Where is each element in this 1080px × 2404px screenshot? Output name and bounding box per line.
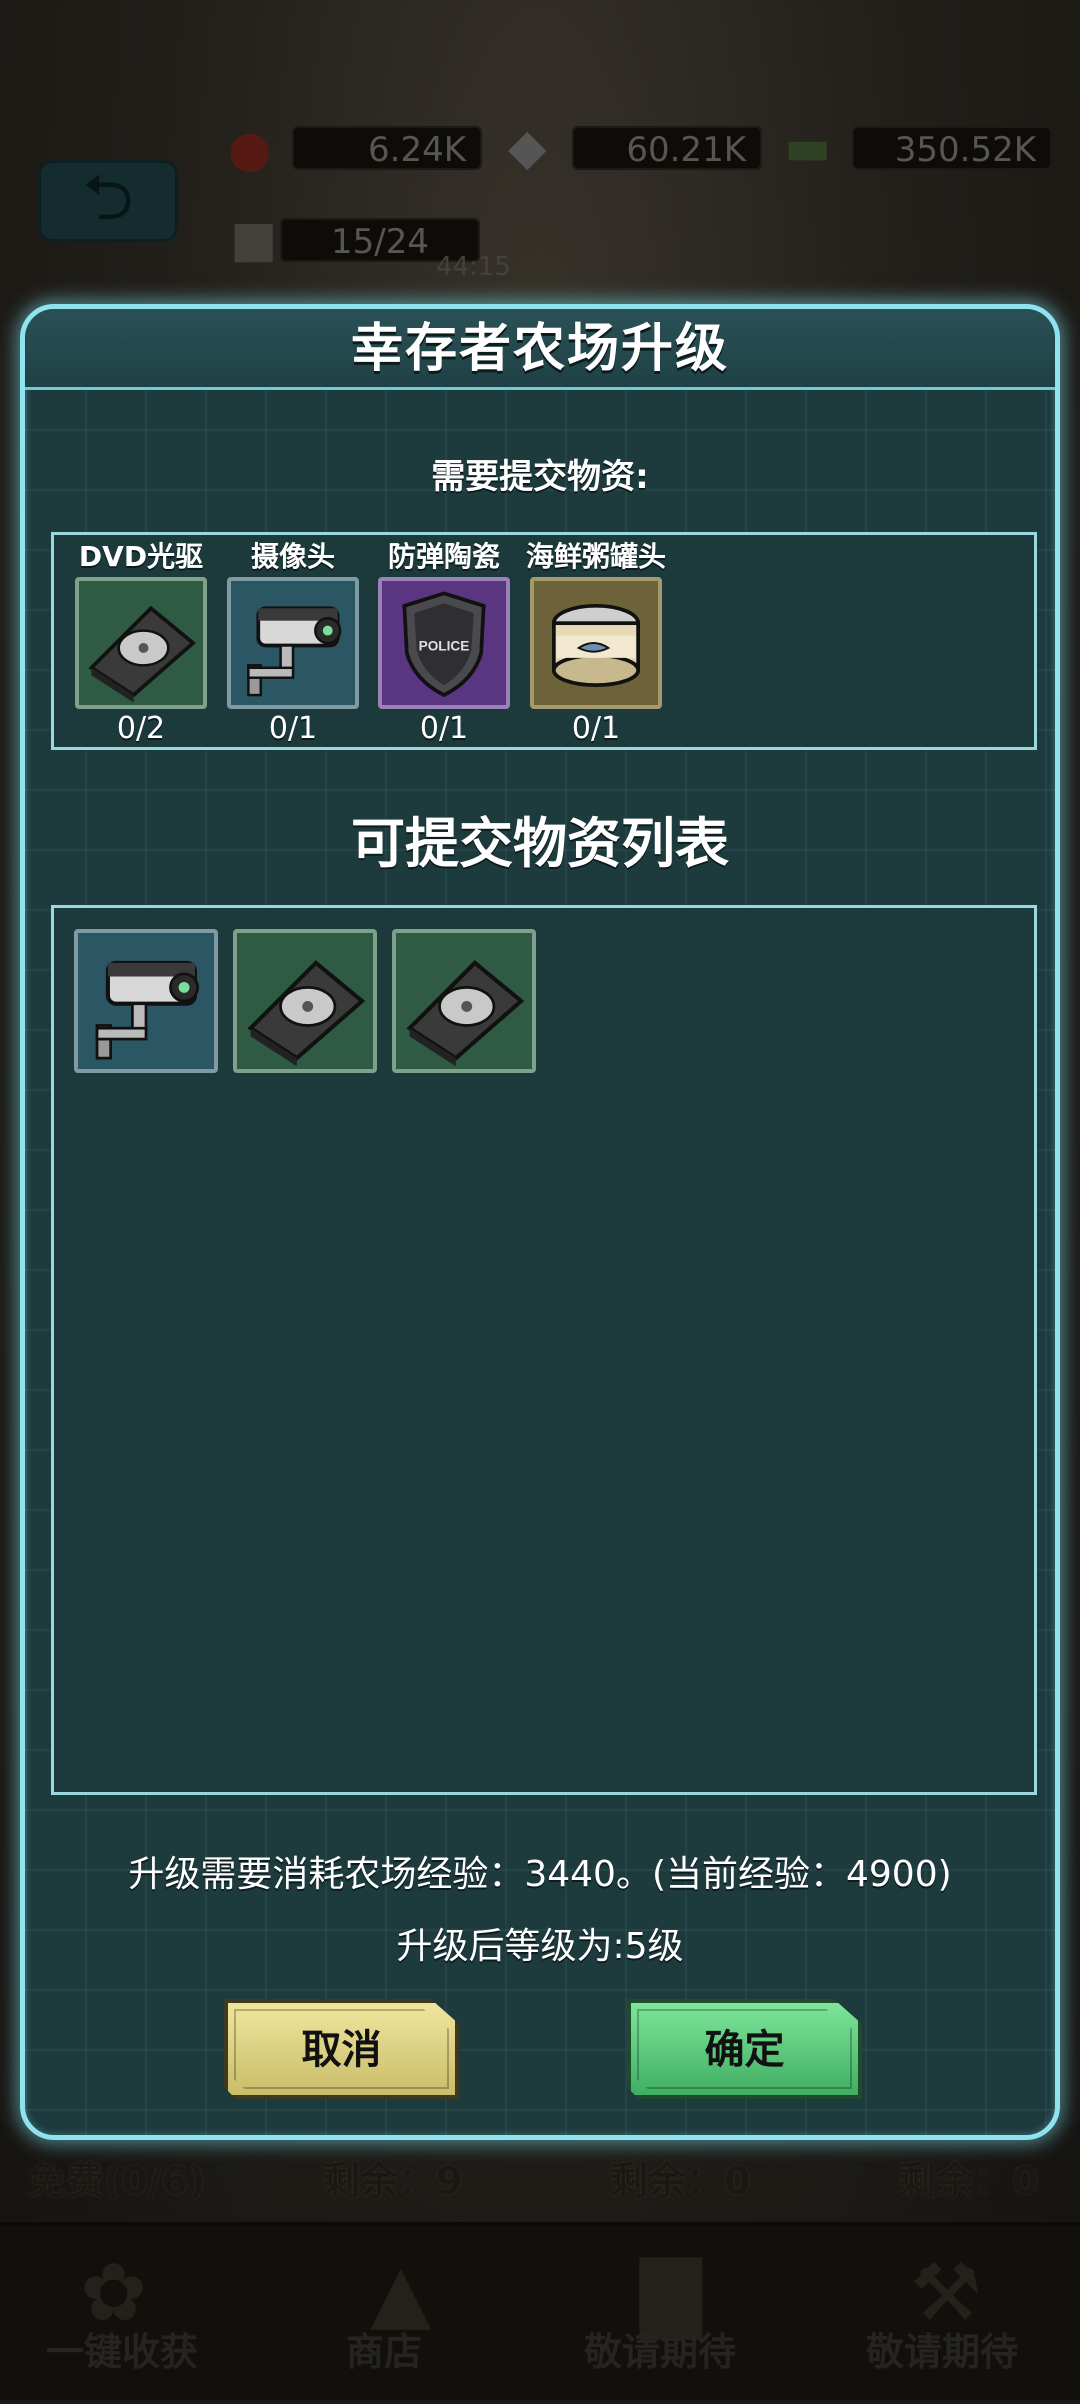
required-item-canned-porridge[interactable]: 海鲜粥罐头 0/1 [521, 535, 671, 753]
item-count: 0/1 [419, 711, 469, 746]
available-items-title: 可提交物资列表 [351, 812, 729, 875]
canned-food-icon [530, 577, 662, 709]
required-item-ceramic-armor[interactable]: 防弹陶瓷 POLICE 0/1 [369, 535, 519, 753]
police-shield-icon: POLICE [378, 577, 510, 709]
required-item-dvd[interactable]: DVD光驱 0/2 [66, 535, 216, 753]
dvd-drive-icon [247, 960, 366, 1067]
dvd-drive-icon [406, 960, 525, 1067]
cancel-button[interactable]: 取消 [224, 1999, 459, 2099]
item-name: DVD光驱 [78, 540, 204, 573]
dialog-title: 幸存者农场升级 [350, 319, 729, 379]
required-item-camera[interactable]: 摄像头 0/1 [218, 535, 368, 753]
required-items-panel: DVD光驱 0/2 摄像头 0/1 防弹陶瓷 POLICE 0/1 海鲜粥罐头 … [51, 532, 1037, 750]
camera-icon [95, 960, 200, 1060]
farm-upgrade-dialog: 幸存者农场升级 需要提交物资: DVD光驱 0/2 摄像头 0/1 防弹陶瓷 P… [20, 304, 1060, 2140]
item-name: 防弹陶瓷 [387, 540, 500, 573]
cancel-button-label: 取消 [301, 2027, 382, 2073]
item-count: 0/2 [116, 711, 166, 746]
item-count: 0/1 [268, 711, 318, 746]
upgrade-cost-text: 升级需要消耗农场经验：3440。(当前经验：4900) [128, 1854, 952, 1895]
available-item-camera[interactable] [74, 929, 218, 1073]
available-item-dvd-1[interactable] [233, 929, 377, 1073]
item-name: 海鲜粥罐头 [525, 540, 666, 573]
item-name: 摄像头 [250, 540, 335, 573]
required-items-label: 需要提交物资: [431, 457, 649, 497]
upgrade-level-text: 升级后等级为:5级 [396, 1926, 684, 1967]
svg-text:POLICE: POLICE [419, 638, 470, 653]
camera-icon [227, 577, 359, 709]
available-items-panel [51, 905, 1037, 1795]
confirm-button-label: 确定 [704, 2027, 785, 2073]
item-count: 0/1 [571, 711, 621, 746]
dvd-drive-icon [75, 577, 207, 709]
available-item-dvd-2[interactable] [392, 929, 536, 1073]
confirm-button[interactable]: 确定 [627, 1999, 862, 2099]
